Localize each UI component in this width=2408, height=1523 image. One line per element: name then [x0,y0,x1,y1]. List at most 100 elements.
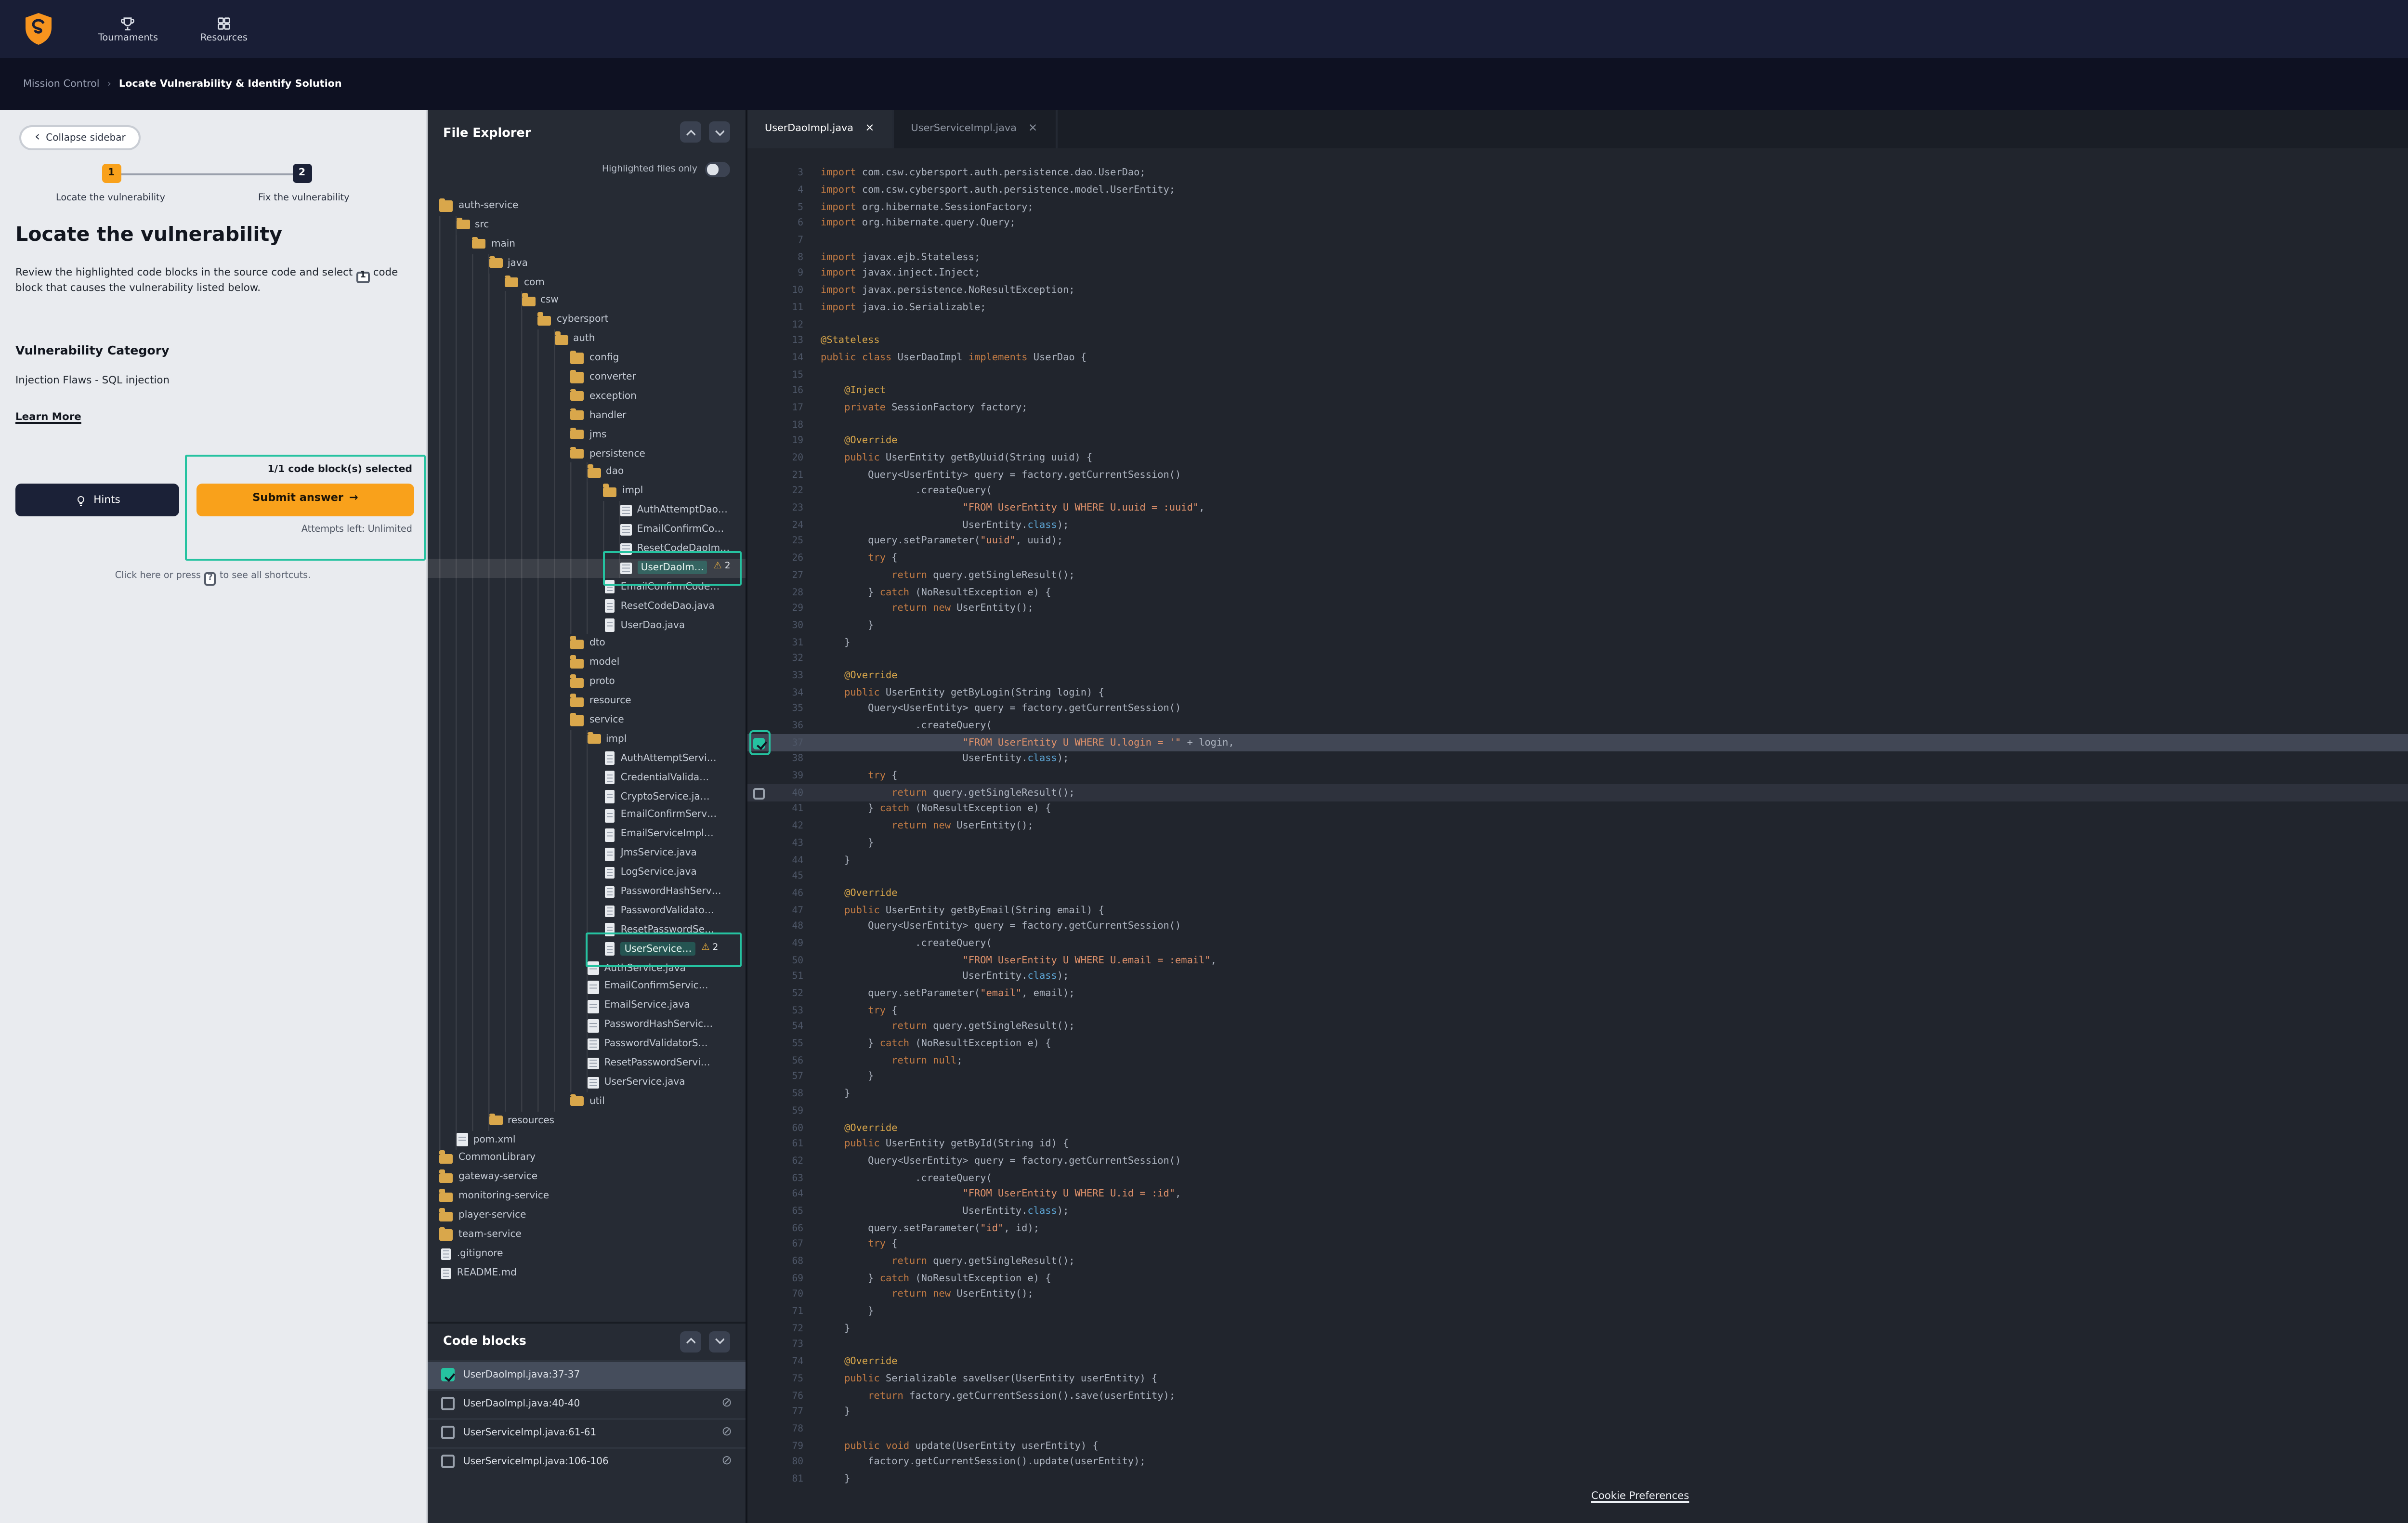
code-line-text: query.setParameter("email", email); [821,988,1075,1000]
line-number: 73 [771,1340,803,1352]
tree-file-passwordvalidato[interactable]: PasswordValidato… [428,902,746,921]
tree-file-passwordhashserv[interactable]: PasswordHashServ… [428,882,746,902]
tree-folder-resource[interactable]: resource [428,692,746,711]
collapse-sidebar-button[interactable]: ‹ Collapse sidebar [19,125,141,150]
submit-answer-button[interactable]: Submit answer → [196,483,414,515]
code-block-checkbox[interactable] [441,1455,454,1468]
tree-folder-config[interactable]: config [428,349,746,368]
file-explorer-next-button[interactable] [709,121,730,143]
tree-file-jmsservice.java[interactable]: JmsService.java [428,844,746,864]
tree-folder-resources[interactable]: resources [428,1111,746,1130]
shortcuts-hint[interactable]: Click here or press ? to see all shortcu… [0,572,426,585]
tree-folder-src[interactable]: src [428,216,746,235]
code-line-73: 73 [747,1338,2408,1354]
code-block-checkbox[interactable] [441,1397,454,1410]
editor-tab-userdaoimpl.java[interactable]: UserDaoImpl.java× [747,110,894,148]
editor-tabbar: UserDaoImpl.java×UserServiceImpl.java× ⚙ [747,110,2408,148]
tree-folder-dao[interactable]: dao [428,463,746,483]
tree-file-credentialvalida[interactable]: CredentialValida… [428,768,746,788]
code-block-item[interactable]: UserDaoImpl.java:40-40⊘ [428,1388,746,1417]
tree-indent-guides [439,273,505,292]
tree-file-emailserviceimpl[interactable]: EmailServiceImpl… [428,826,746,845]
code-line-76: 76 return factory.getCurrentSession().sa… [747,1388,2408,1405]
logo-icon[interactable] [21,12,56,46]
tree-folder-util[interactable]: util [428,1092,746,1111]
code-line-checkbox-37[interactable] [753,737,765,749]
tree-file-passwordvalidators[interactable]: PasswordValidatorS… [428,1035,746,1054]
tree-folder-gateway-service[interactable]: gateway-service [428,1169,746,1188]
tree-folder-exception[interactable]: exception [428,387,746,407]
highlighted-files-toggle[interactable] [705,162,730,177]
breadcrumb-mission-control[interactable]: Mission Control [23,78,100,90]
tree-folder-handler[interactable]: handler [428,406,746,425]
tree-file-resetpasswordse[interactable]: ResetPasswordSe… [428,920,746,940]
tree-folder-converter[interactable]: converter [428,368,746,387]
tree-folder-monitoring-service[interactable]: monitoring-service [428,1187,746,1207]
code-block-item[interactable]: UserServiceImpl.java:106-106⊘ [428,1446,746,1475]
file-icon [588,962,599,974]
file-explorer-prev-button[interactable] [680,121,701,143]
tree-file-resetcodedao.java[interactable]: ResetCodeDao.java [428,597,746,616]
tree-file-.gitignore[interactable]: .gitignore [428,1245,746,1264]
code-block-checkbox[interactable] [441,1426,454,1439]
tree-file-userservice[interactable]: UserService…⚠2 [428,940,746,959]
tree-file-readme.md[interactable]: README.md [428,1264,746,1283]
tab-close-icon[interactable]: × [1028,123,1037,135]
code-blocks-next-button[interactable] [709,1330,730,1352]
tree-folder-auth-service[interactable]: auth-service [428,197,746,216]
tab-close-icon[interactable]: × [865,123,874,135]
tree-folder-player-service[interactable]: player-service [428,1207,746,1226]
code-block-label: UserDaoImpl.java:37-37 [463,1369,580,1380]
tree-folder-impl[interactable]: impl [428,482,746,501]
code-line-gutter [747,283,771,300]
file-icon [604,924,615,936]
tree-file-emailservice.java[interactable]: EmailService.java [428,997,746,1016]
code-line-65: 65 UserEntity.class); [747,1204,2408,1221]
highlighted-files-toggle-row: Highlighted files only [428,154,746,185]
nav-item-tournaments[interactable]: Tournaments [98,14,158,43]
tree-folder-dto[interactable]: dto [428,635,746,654]
tree-folder-main[interactable]: main [428,235,746,254]
tree-file-userdaoim[interactable]: UserDaoIm…⚠2 [428,559,746,578]
hints-button[interactable]: Hints [15,484,179,516]
tree-folder-impl[interactable]: impl [428,730,746,749]
code-blocks-prev-button[interactable] [680,1330,701,1352]
editor-tab-userserviceimpl.java[interactable]: UserServiceImpl.java× [894,110,1057,148]
tree-folder-cybersport[interactable]: cybersport [428,311,746,330]
code-block-item[interactable]: UserDaoImpl.java:37-37 [428,1359,746,1388]
tree-file-userservice.java[interactable]: UserService.java [428,1073,746,1092]
tree-file-authattemptdao[interactable]: AuthAttemptDao… [428,501,746,521]
tree-folder-com[interactable]: com [428,273,746,292]
cookie-preferences-link[interactable]: Cookie Preferences [1591,1490,1689,1502]
tree-file-authattemptservi[interactable]: AuthAttemptServi… [428,749,746,768]
tree-file-resetcodedaoim[interactable]: ResetCodeDaoIm… [428,539,746,559]
tree-folder-proto[interactable]: proto [428,673,746,692]
tree-file-emailconfirmcode[interactable]: EmailConfirmCode… [428,578,746,597]
tree-folder-team-service[interactable]: team-service [428,1225,746,1245]
tree-folder-jms[interactable]: jms [428,425,746,445]
tree-file-emailconfirmco[interactable]: EmailConfirmCo… [428,521,746,540]
tree-file-userdao.java[interactable]: UserDao.java [428,616,746,635]
nav-item-resources[interactable]: Resources [200,14,248,43]
tree-file-emailconfirmservic[interactable]: EmailConfirmServic… [428,978,746,997]
learn-more-link[interactable]: Learn More [15,412,81,424]
tree-folder-auth[interactable]: auth [428,330,746,349]
tree-file-resetpasswordservi[interactable]: ResetPasswordServi… [428,1054,746,1073]
tree-file-passwordhashservic[interactable]: PasswordHashServic… [428,1016,746,1035]
tree-folder-model[interactable]: model [428,654,746,673]
tree-folder-commonlibrary[interactable]: CommonLibrary [428,1149,746,1169]
tree-folder-service[interactable]: service [428,711,746,730]
tree-indent-guides [439,349,570,368]
tree-folder-csw[interactable]: csw [428,292,746,311]
code-block-checkbox[interactable] [441,1368,454,1381]
tree-file-authservice.java[interactable]: AuthService.java [428,959,746,978]
code-line-gutter [747,1204,771,1221]
code-line-checkbox-40[interactable] [753,788,765,799]
tree-file-emailconfirmserv[interactable]: EmailConfirmServ… [428,806,746,826]
code-block-item[interactable]: UserServiceImpl.java:61-61⊘ [428,1417,746,1446]
tree-folder-persistence[interactable]: persistence [428,444,746,463]
tree-folder-java[interactable]: java [428,254,746,273]
tree-file-logservice.java[interactable]: LogService.java [428,864,746,883]
tree-file-cryptoservice.ja[interactable]: CryptoService.ja… [428,787,746,806]
tree-file-pom.xml[interactable]: pom.xml [428,1130,746,1150]
